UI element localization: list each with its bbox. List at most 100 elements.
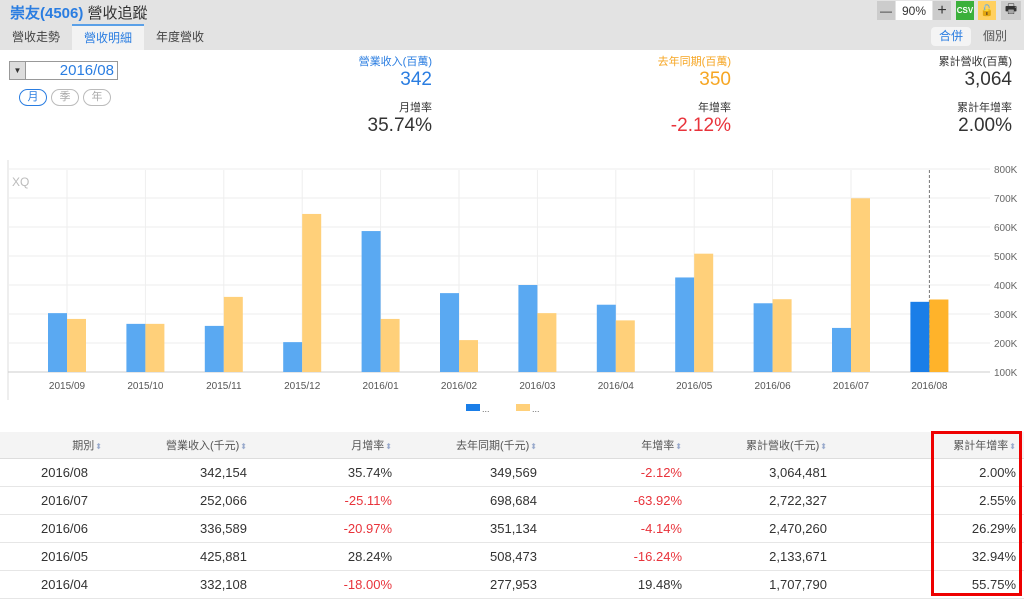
revenue-bar-chart: 100K 200K 300K 400K 500K 600K 700K 800K XQ 2015/0…	[7, 160, 1018, 414]
column-header-label: 月增率	[351, 439, 385, 452]
yoy-label: 年增率	[698, 102, 731, 114]
bar-revenue	[910, 301, 930, 372]
bar-revenue	[361, 231, 381, 372]
bar-last-year	[694, 253, 714, 372]
table-cell: -4.14%	[545, 514, 690, 543]
bar-last-year	[772, 299, 792, 372]
table-cell: -63.92%	[545, 486, 690, 515]
bar-last-year	[537, 313, 557, 372]
bar-last-year	[615, 320, 635, 372]
csv-icon[interactable]: CSV	[956, 1, 974, 20]
bar-revenue	[48, 313, 67, 372]
period-quarter[interactable]: 季	[51, 89, 79, 106]
sort-icon[interactable]: ⬍	[530, 442, 537, 451]
table-row[interactable]: 2016/08 342,154 35.74% 349,569 -2.12% 3,064,4…	[0, 458, 1024, 487]
bar-revenue	[204, 325, 224, 372]
table-cell: 342,154	[110, 458, 255, 487]
tab-bar: 營收走勢 營收明細 年度營收	[0, 24, 216, 50]
zoom-out-button[interactable]: —	[877, 1, 895, 20]
tab-revenue-trend[interactable]: 營收走勢	[0, 24, 72, 50]
revenue-value: 342	[400, 69, 432, 90]
table-cell: 425,881	[110, 542, 255, 571]
table-row[interactable]: 2016/04 332,108 -18.00% 277,953 19.48% 1,707,…	[0, 570, 1024, 599]
column-header-label: 累計年增率	[953, 439, 1009, 452]
table-cell: 28.24%	[255, 542, 400, 571]
table-cell: 351,134	[400, 514, 545, 543]
revenue-label: 營業收入(百萬)	[358, 56, 432, 68]
bar-last-year	[380, 318, 400, 372]
x-tick-label: 2015/12	[284, 381, 321, 392]
column-header-label: 期別	[72, 439, 95, 452]
cum-label: 累計營收(百萬)	[938, 56, 1012, 68]
legend-label: ...	[532, 404, 540, 414]
y-tick-label: 600K	[994, 223, 1018, 234]
table-cell: 2016/04	[0, 570, 110, 599]
column-header[interactable]: 期別⬍	[0, 432, 110, 459]
table-cell: 1,707,790	[690, 570, 835, 599]
stock-name: 崇友(4506)	[10, 5, 84, 22]
table-cell: -18.00%	[255, 570, 400, 599]
print-icon[interactable]: 🖶	[1001, 1, 1021, 20]
cum-yoy-stat: 累計年增率 2.00%	[957, 99, 1012, 137]
bar-last-year	[929, 299, 949, 372]
revenue-table: 期別⬍ 營業收入(千元)⬍ 月增率⬍ 去年同期(千元)⬍ 年增率⬍ 累計營收(千元)⬍ 累計…	[0, 432, 1024, 599]
bar-revenue	[596, 304, 616, 372]
period-year[interactable]: 年	[83, 89, 111, 106]
table-cell: 698,684	[400, 486, 545, 515]
table-row[interactable]: 2016/05 425,881 28.24% 508,473 -16.24% 2,133,…	[0, 542, 1024, 571]
dropdown-arrow-icon[interactable]: ▼	[10, 62, 26, 79]
column-header[interactable]: 累計年增率⬍	[835, 432, 1024, 459]
column-header[interactable]: 去年同期(千元)⬍	[400, 432, 545, 459]
cum-yoy-value: 2.00%	[958, 115, 1012, 136]
sort-icon[interactable]: ⬍	[95, 442, 102, 451]
column-header[interactable]: 累計營收(千元)⬍	[690, 432, 835, 459]
bar-revenue	[440, 293, 459, 372]
table-row[interactable]: 2016/06 336,589 -20.97% 351,134 -4.14% 2,470,…	[0, 514, 1024, 543]
bar-last-year	[459, 340, 478, 372]
watermark: XQ	[12, 175, 29, 189]
individual-toggle[interactable]: 個別	[975, 27, 1015, 46]
table-cell: 2016/07	[0, 486, 110, 515]
column-header[interactable]: 營業收入(千元)⬍	[110, 432, 255, 459]
merged-toggle[interactable]: 合併	[931, 27, 972, 46]
sort-icon[interactable]: ⬍	[240, 442, 247, 451]
bar-last-year	[302, 213, 322, 372]
sort-icon[interactable]: ⬍	[385, 442, 392, 451]
x-tick-label: 2016/07	[833, 381, 870, 392]
x-tick-label: 2015/11	[206, 381, 242, 392]
bar-revenue	[283, 342, 303, 372]
y-tick-label: 700K	[994, 194, 1018, 205]
lock-icon[interactable]: 🔓	[978, 1, 996, 20]
x-tick-label: 2016/04	[598, 381, 635, 392]
table-cell: 3,064,481	[690, 458, 835, 487]
tab-annual-revenue[interactable]: 年度營收	[144, 24, 216, 50]
tab-revenue-detail[interactable]: 營收明細	[72, 24, 145, 50]
date-select[interactable]: ▼ 2016/08	[9, 61, 118, 80]
bar-revenue	[518, 285, 538, 372]
page-title: 崇友(4506) 營收追蹤	[10, 2, 148, 23]
column-header[interactable]: 月增率⬍	[255, 432, 400, 459]
x-tick-label: 2016/03	[519, 381, 556, 392]
mom-stat: 月增率 35.74%	[368, 99, 432, 137]
table-row[interactable]: 2016/07 252,066 -25.11% 698,684 -63.92% 2,722…	[0, 486, 1024, 515]
table-cell: -20.97%	[255, 514, 400, 543]
x-tick-label: 2015/09	[49, 381, 86, 392]
cum-yoy-label: 累計年增率	[957, 102, 1012, 114]
table-cell: 2.00%	[835, 458, 1024, 487]
zoom-in-button[interactable]: +	[933, 1, 951, 20]
mom-label: 月增率	[399, 102, 432, 114]
title-text: 營收追蹤	[87, 5, 148, 22]
column-header-label: 年增率	[641, 439, 675, 452]
y-tick-label: 800K	[994, 165, 1018, 176]
ly-label: 去年同期(百萬)	[657, 56, 731, 68]
table-cell: 2,133,671	[690, 542, 835, 571]
yoy-stat: 年增率 -2.12%	[671, 99, 731, 137]
bar-revenue	[832, 327, 851, 372]
table-cell: 2.55%	[835, 486, 1024, 515]
sort-icon[interactable]: ⬍	[1009, 442, 1016, 451]
sort-icon[interactable]: ⬍	[820, 442, 827, 451]
cum-stat: 累計營收(百萬) 3,064	[939, 53, 1012, 91]
column-header[interactable]: 年增率⬍	[545, 432, 690, 459]
period-month[interactable]: 月	[19, 89, 47, 106]
sort-icon[interactable]: ⬍	[675, 442, 682, 451]
